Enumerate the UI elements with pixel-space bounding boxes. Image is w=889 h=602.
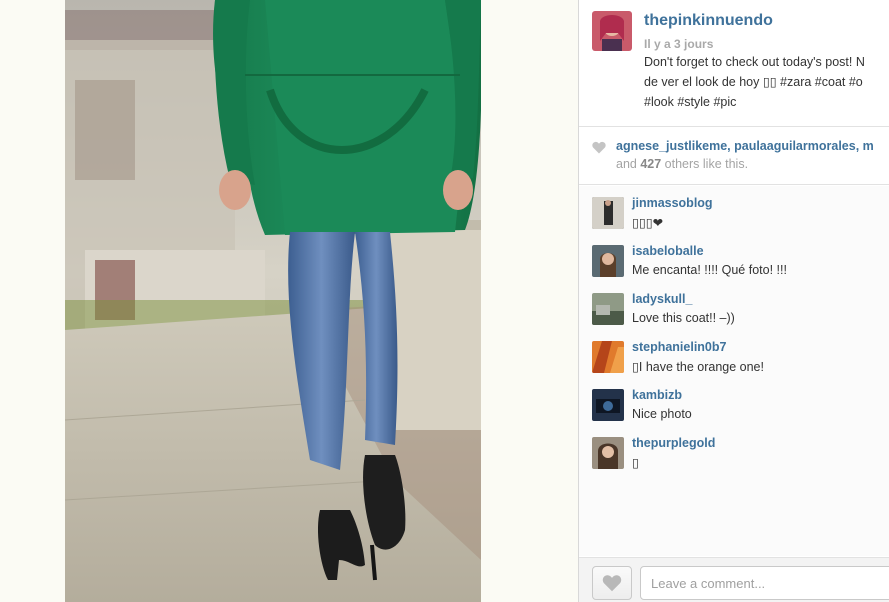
photo-area <box>0 0 578 602</box>
likers-list[interactable]: agnese_justlikeme, paulaaguilarmorales, … <box>616 139 874 153</box>
author-username[interactable]: thepinkinnuendo <box>644 12 773 30</box>
comments-list: jinmassoblog ▯▯▯❤ isabeloballe Me encant… <box>579 186 889 556</box>
post-header: thepinkinnuendo Il y a 3 jours Don't for… <box>579 0 889 127</box>
post-photo-image <box>65 0 481 602</box>
comment-text: ▯ <box>632 456 639 470</box>
commenter-avatar-image <box>592 293 624 325</box>
post-photo[interactable] <box>65 0 481 602</box>
commenter-username[interactable]: jinmassoblog <box>632 196 713 210</box>
commenter-avatar[interactable] <box>592 197 624 229</box>
comment-text: ▯I have the orange one! <box>632 360 764 374</box>
likes-count-text: and 427 others like this. <box>616 157 748 171</box>
commenter-avatar[interactable] <box>592 245 624 277</box>
commenter-avatar[interactable] <box>592 389 624 421</box>
author-avatar[interactable] <box>592 11 632 51</box>
commenter-avatar[interactable] <box>592 341 624 373</box>
likes-prefix: and <box>616 157 641 171</box>
like-button[interactable] <box>592 566 632 600</box>
likes-suffix: others like this. <box>661 157 749 171</box>
commenter-avatar[interactable] <box>592 437 624 469</box>
caption-line: Don't forget to check out today's post! … <box>644 55 865 69</box>
commenter-avatar-image <box>592 437 624 469</box>
comment-item: thepurplegold ▯ <box>579 426 889 470</box>
comment-input[interactable] <box>640 566 889 600</box>
commenter-avatar-image <box>592 197 624 229</box>
commenter-avatar[interactable] <box>592 293 624 325</box>
author-avatar-image <box>592 11 632 51</box>
commenter-username[interactable]: thepurplegold <box>632 436 715 450</box>
commenter-avatar-image <box>592 389 624 421</box>
post-timestamp: Il y a 3 jours <box>644 37 714 51</box>
comment-text: Love this coat!! –)) <box>632 311 735 325</box>
comment-item: isabeloballe Me encanta! !!!! Qué foto! … <box>579 234 889 277</box>
comment-item: jinmassoblog ▯▯▯❤ <box>579 186 889 230</box>
comment-composer <box>579 557 889 602</box>
commenter-avatar-image <box>592 341 624 373</box>
comment-text: Nice photo <box>632 407 692 421</box>
comment-text: Me encanta! !!!! Qué foto! !!! <box>632 263 787 277</box>
post-caption: Don't forget to check out today's post! … <box>644 52 889 112</box>
comment-item: kambizb Nice photo <box>579 378 889 421</box>
instagram-post-view: thepinkinnuendo Il y a 3 jours Don't for… <box>0 0 889 602</box>
caption-line: #look #style #pic <box>644 95 737 109</box>
heart-icon <box>602 575 622 592</box>
commenter-username[interactable]: isabeloballe <box>632 244 704 258</box>
commenter-username[interactable]: kambizb <box>632 388 682 402</box>
comment-item: stephanielin0b7 ▯I have the orange one! <box>579 330 889 374</box>
caption-line: de ver el look de hoy ▯▯ #zara #coat #o <box>644 75 863 89</box>
post-sidebar: thepinkinnuendo Il y a 3 jours Don't for… <box>578 0 889 602</box>
comment-text: ▯▯▯❤ <box>632 216 664 230</box>
comment-item: ladyskull_ Love this coat!! –)) <box>579 282 889 325</box>
likes-section: agnese_justlikeme, paulaaguilarmorales, … <box>579 127 889 185</box>
commenter-username[interactable]: stephanielin0b7 <box>632 340 726 354</box>
likes-count: 427 <box>640 157 662 171</box>
commenter-username[interactable]: ladyskull_ <box>632 292 692 306</box>
heart-icon <box>592 141 606 154</box>
commenter-avatar-image <box>592 245 624 277</box>
